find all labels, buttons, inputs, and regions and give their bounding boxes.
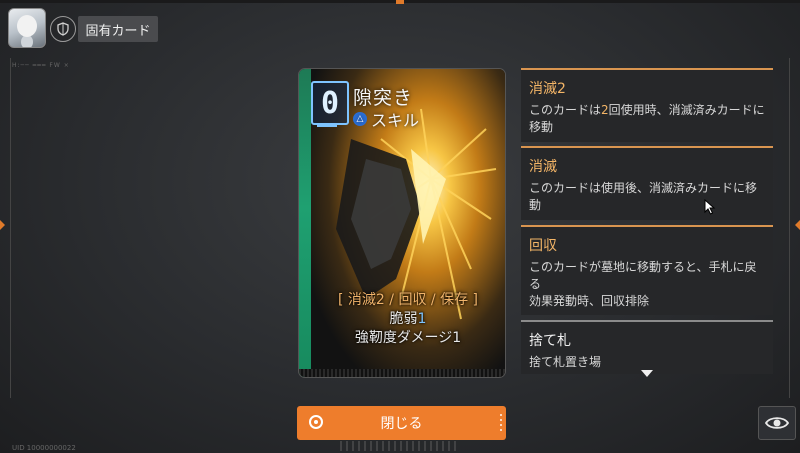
card-cost: 0 <box>311 81 349 125</box>
left-frame-line <box>10 58 11 398</box>
card-name: 隙突き <box>353 87 414 109</box>
keyword-panel-annihilate: 消滅 このカードは使用後、消滅済みカードに移動 <box>521 146 773 220</box>
close-button-label: 閉じる <box>380 416 423 432</box>
shield-button[interactable] <box>50 16 76 42</box>
panel-desc: このカードは2回使用時、消滅済みカードに移動 <box>529 103 765 134</box>
card-type-label: スキル <box>371 111 420 130</box>
shield-icon <box>57 22 69 36</box>
card-bottom-decoration <box>299 369 505 377</box>
left-edge-marker <box>0 220 5 230</box>
panel-desc: このカードが墓地に移動すると、手札に戻る 効果発動時、回収排除 <box>529 260 757 308</box>
right-edge-marker <box>795 220 800 230</box>
card-effect-toughness: 強靭度ダメージ1 <box>354 330 462 346</box>
panel-title: 消滅 <box>529 159 557 175</box>
tab-unique-cards[interactable]: 固有カード <box>78 16 158 42</box>
panel-desc: 捨て札置き場 <box>529 355 602 369</box>
cost-underline <box>317 125 337 127</box>
panel-title: 捨て札 <box>529 333 571 349</box>
mouse-cursor-icon <box>704 199 716 215</box>
close-button[interactable]: 閉じる <box>297 406 506 440</box>
panel-title: 回収 <box>529 238 557 254</box>
keyword-panel-retrieve: 回収 このカードが墓地に移動すると、手札に戻る 効果発動時、回収排除 <box>521 225 773 315</box>
card-effect-text: [ 消滅2 / 回収 / 保存 ] 脆弱1 強靭度ダメージ1 <box>311 291 505 348</box>
top-notch-marker <box>396 0 404 4</box>
view-toggle-button[interactable] <box>758 406 796 440</box>
character-portrait-icon[interactable] <box>8 8 46 48</box>
card-effect-vulnerable: 脆弱1 <box>389 311 427 327</box>
keyword-panel-discard: 捨て札 捨て札置き場 <box>521 320 773 374</box>
bottom-tick-decoration <box>340 441 460 451</box>
keyword-panel-annihilate2: 消滅2 このカードは2回使用時、消滅済みカードに移動 <box>521 68 773 142</box>
button-dots-decoration <box>500 414 502 432</box>
right-frame-line <box>789 58 790 398</box>
hud-tiny-label: H:── ═══ FW × <box>12 62 70 69</box>
eye-icon <box>765 417 789 429</box>
panel-desc: このカードは使用後、消滅済みカードに移動 <box>529 181 758 212</box>
scroll-down-arrow-icon[interactable] <box>641 370 653 377</box>
card-type: △ スキル <box>353 107 419 131</box>
target-icon <box>309 415 323 429</box>
card-rarity-strip <box>299 69 311 377</box>
uid-label: UID 10000000022 <box>12 444 76 452</box>
skill-icon: △ <box>353 112 367 126</box>
card-keywords: [ 消滅2 / 回収 / 保存 ] <box>338 292 478 308</box>
panel-title: 消滅2 <box>529 81 566 97</box>
card-detail: 0 隙突き △ スキル [ 消滅2 / 回収 / 保存 ] 脆弱1 強靭度ダメー… <box>298 68 506 378</box>
